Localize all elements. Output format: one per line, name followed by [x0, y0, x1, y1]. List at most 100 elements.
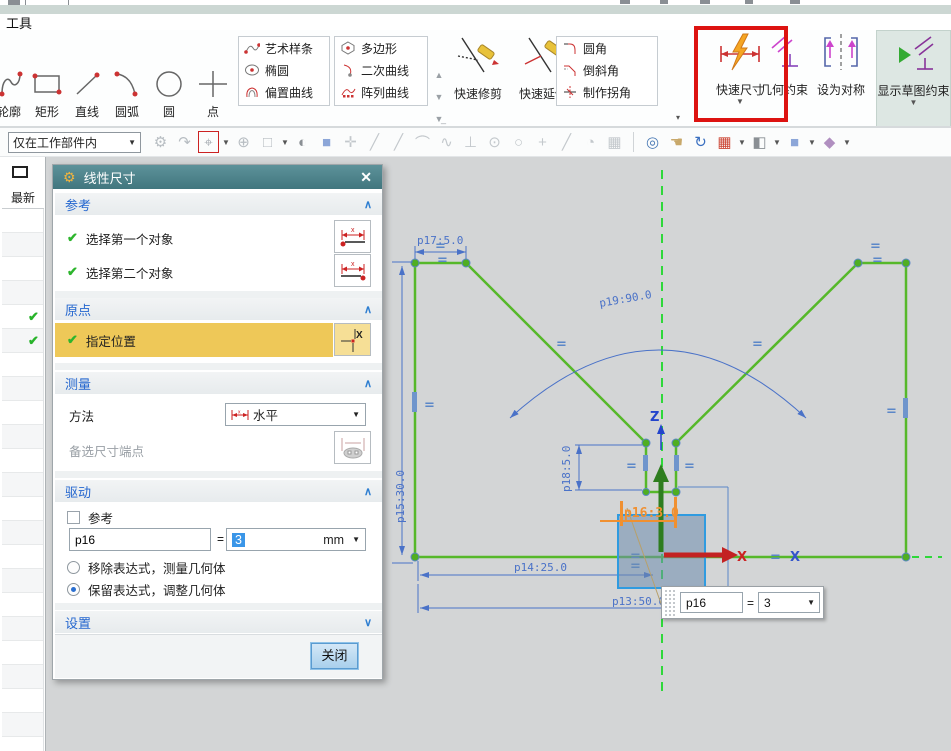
close-button[interactable]: 关闭: [311, 643, 358, 669]
move-component-icon[interactable]: ↷: [174, 131, 195, 153]
assembly-constraints-icon[interactable]: ⚙: [150, 131, 171, 153]
ellipse-button[interactable]: 椭圆: [239, 59, 329, 81]
zoom-box-icon[interactable]: ◎: [642, 131, 663, 153]
orient-view-icon[interactable]: ⊕: [233, 131, 254, 153]
section-settings[interactable]: 设置 ∨: [55, 611, 382, 633]
section-driving[interactable]: 驱动 ∧: [55, 480, 382, 502]
offset-curve-button[interactable]: 偏置曲线: [239, 81, 329, 103]
face-tool-icon[interactable]: ◔: [580, 131, 601, 153]
line-tool-icon[interactable]: ╱: [364, 131, 385, 153]
dimension-value-dropdown[interactable]: 3 ▼: [758, 592, 820, 613]
expand-icon[interactable]: ∨: [364, 616, 372, 629]
clip-section-icon-dropdown[interactable]: ▼: [843, 138, 851, 147]
work-cube-icon[interactable]: ■: [316, 131, 337, 153]
grid-tool-icon[interactable]: ▦: [604, 131, 625, 153]
geometric-constraint-button[interactable]: 几何约束: [758, 32, 810, 98]
snap-point-filter-icon[interactable]: ⌖: [198, 131, 219, 153]
expression-name-input[interactable]: [69, 528, 211, 551]
view-cube-icon[interactable]: ■: [784, 131, 805, 153]
fit-grid-icon[interactable]: ▦: [714, 131, 735, 153]
rectangle-button[interactable]: 矩形: [28, 68, 66, 120]
sidebar-rows[interactable]: [2, 209, 44, 751]
expression-value-unit-dropdown[interactable]: 3 mm ▼: [226, 528, 366, 551]
radio-remove-expression[interactable]: 移除表达式，测量几何体: [55, 557, 382, 577]
specify-location-row[interactable]: ✔ 指定位置: [55, 323, 333, 357]
make-symmetric-button[interactable]: 设为对称: [812, 32, 870, 98]
ellipse-tool-icon[interactable]: ○: [508, 131, 529, 153]
pattern-curve-button[interactable]: 阵列曲线: [335, 81, 427, 103]
offset-curve-icon: [244, 85, 260, 99]
polygon-button[interactable]: 多边形: [335, 37, 427, 59]
radio-icon[interactable]: [67, 561, 80, 574]
chamfer-button[interactable]: 倒斜角: [557, 59, 657, 81]
method-dropdown[interactable]: x 水平 ▼: [225, 403, 366, 426]
dim-object1-icon: x: [339, 225, 367, 249]
radio-keep-expression[interactable]: 保留表达式，调整几何体: [55, 579, 382, 599]
gear-icon[interactable]: ⚙: [63, 169, 76, 186]
reference-checkbox-row[interactable]: 参考: [55, 507, 382, 527]
collapse-icon[interactable]: ∧: [364, 303, 372, 316]
profile-button[interactable]: 轮廓: [0, 68, 28, 120]
view-cube-icon-dropdown[interactable]: ▼: [808, 138, 816, 147]
select-rectangle-icon-dropdown[interactable]: ▼: [281, 138, 289, 147]
fit-grid-icon-dropdown[interactable]: ▼: [738, 138, 746, 147]
arc-button[interactable]: 圆弧: [108, 68, 146, 120]
scroll-down-icon[interactable]: ▼: [431, 92, 447, 114]
dimension-name-input[interactable]: p16: [680, 592, 743, 613]
point-button[interactable]: 点: [194, 68, 232, 120]
studio-spline-icon: [244, 41, 260, 55]
dialog-titlebar[interactable]: ⚙ 线性尺寸 ✕: [53, 165, 382, 189]
arc-tool-icon[interactable]: ⌒: [412, 131, 433, 153]
quick-trim-button[interactable]: 快速修剪: [447, 34, 509, 102]
rapid-dimension-dropdown-icon[interactable]: ▼: [700, 98, 780, 105]
maximize-icon[interactable]: [12, 166, 28, 178]
display-sketch-constraints-button[interactable]: 显示草图约束 ▼: [876, 30, 951, 138]
circle-button[interactable]: 圆: [150, 68, 188, 120]
section-measure[interactable]: 测量 ∧: [55, 372, 382, 394]
alt-endpoint-button[interactable]: [334, 431, 371, 464]
selection-scope-dropdown[interactable]: 仅在工作部件内 ▼: [8, 132, 141, 153]
make-corner-button[interactable]: 制作拐角: [557, 81, 657, 103]
specify-location-button[interactable]: X: [334, 323, 371, 356]
clip-section-icon[interactable]: ◆: [819, 131, 840, 153]
first-object-dim-button[interactable]: x: [334, 220, 371, 253]
clipped-icon: [700, 0, 710, 4]
select-rectangle-icon[interactable]: □: [257, 131, 278, 153]
pan-cross-icon[interactable]: ✛: [340, 131, 361, 153]
select-second-object-row[interactable]: ✔ 选择第二个对象: [55, 255, 382, 289]
collapse-icon[interactable]: ∧: [364, 485, 372, 498]
rotate-view-icon[interactable]: ↻: [690, 131, 711, 153]
group-overflow-icon[interactable]: ▾: [676, 114, 680, 121]
second-object-dim-button[interactable]: x: [334, 254, 371, 287]
shaded-view-icon[interactable]: ◐: [292, 131, 313, 153]
render-style-icon[interactable]: ◧: [749, 131, 770, 153]
section-origin[interactable]: 原点 ∧: [55, 298, 382, 320]
expression-value[interactable]: 3: [232, 533, 245, 547]
collapse-icon[interactable]: ∧: [364, 198, 372, 211]
conic-button[interactable]: 二次曲线: [335, 59, 427, 81]
pan-hand-icon[interactable]: ☚: [666, 131, 687, 153]
fillet-button[interactable]: 圆角: [557, 37, 657, 59]
snap-point-filter-icon-dropdown[interactable]: ▼: [222, 138, 230, 147]
scroll-up-icon[interactable]: ▲: [431, 70, 447, 92]
radio-selected-icon[interactable]: [67, 583, 80, 596]
drag-handle-icon[interactable]: [664, 589, 677, 616]
reference-checkbox[interactable]: [67, 511, 80, 524]
slash-tool-icon[interactable]: ╱: [556, 131, 577, 153]
select-first-object-row[interactable]: ✔ 选择第一个对象: [55, 221, 382, 255]
collapse-icon[interactable]: ∧: [364, 377, 372, 390]
circle-center-icon[interactable]: ⊙: [484, 131, 505, 153]
rectangle-icon: [30, 68, 64, 100]
dimension-edit-popup[interactable]: p16 = 3 ▼: [661, 586, 824, 619]
section-reference[interactable]: 参考 ∧: [55, 193, 382, 215]
display-constraints-dropdown-icon[interactable]: ▼: [877, 99, 950, 106]
ellipse-icon: [244, 63, 260, 77]
render-style-icon-dropdown[interactable]: ▼: [773, 138, 781, 147]
close-icon[interactable]: ✕: [360, 169, 372, 186]
line-tool2-icon[interactable]: ╱: [388, 131, 409, 153]
spline-tool-icon[interactable]: ∿: [436, 131, 457, 153]
studio-spline-button[interactable]: 艺术样条: [239, 37, 329, 59]
line-button[interactable]: 直线: [68, 68, 106, 120]
point-tool-icon[interactable]: +: [532, 131, 553, 153]
perpendicular-icon[interactable]: ⊥: [460, 131, 481, 153]
